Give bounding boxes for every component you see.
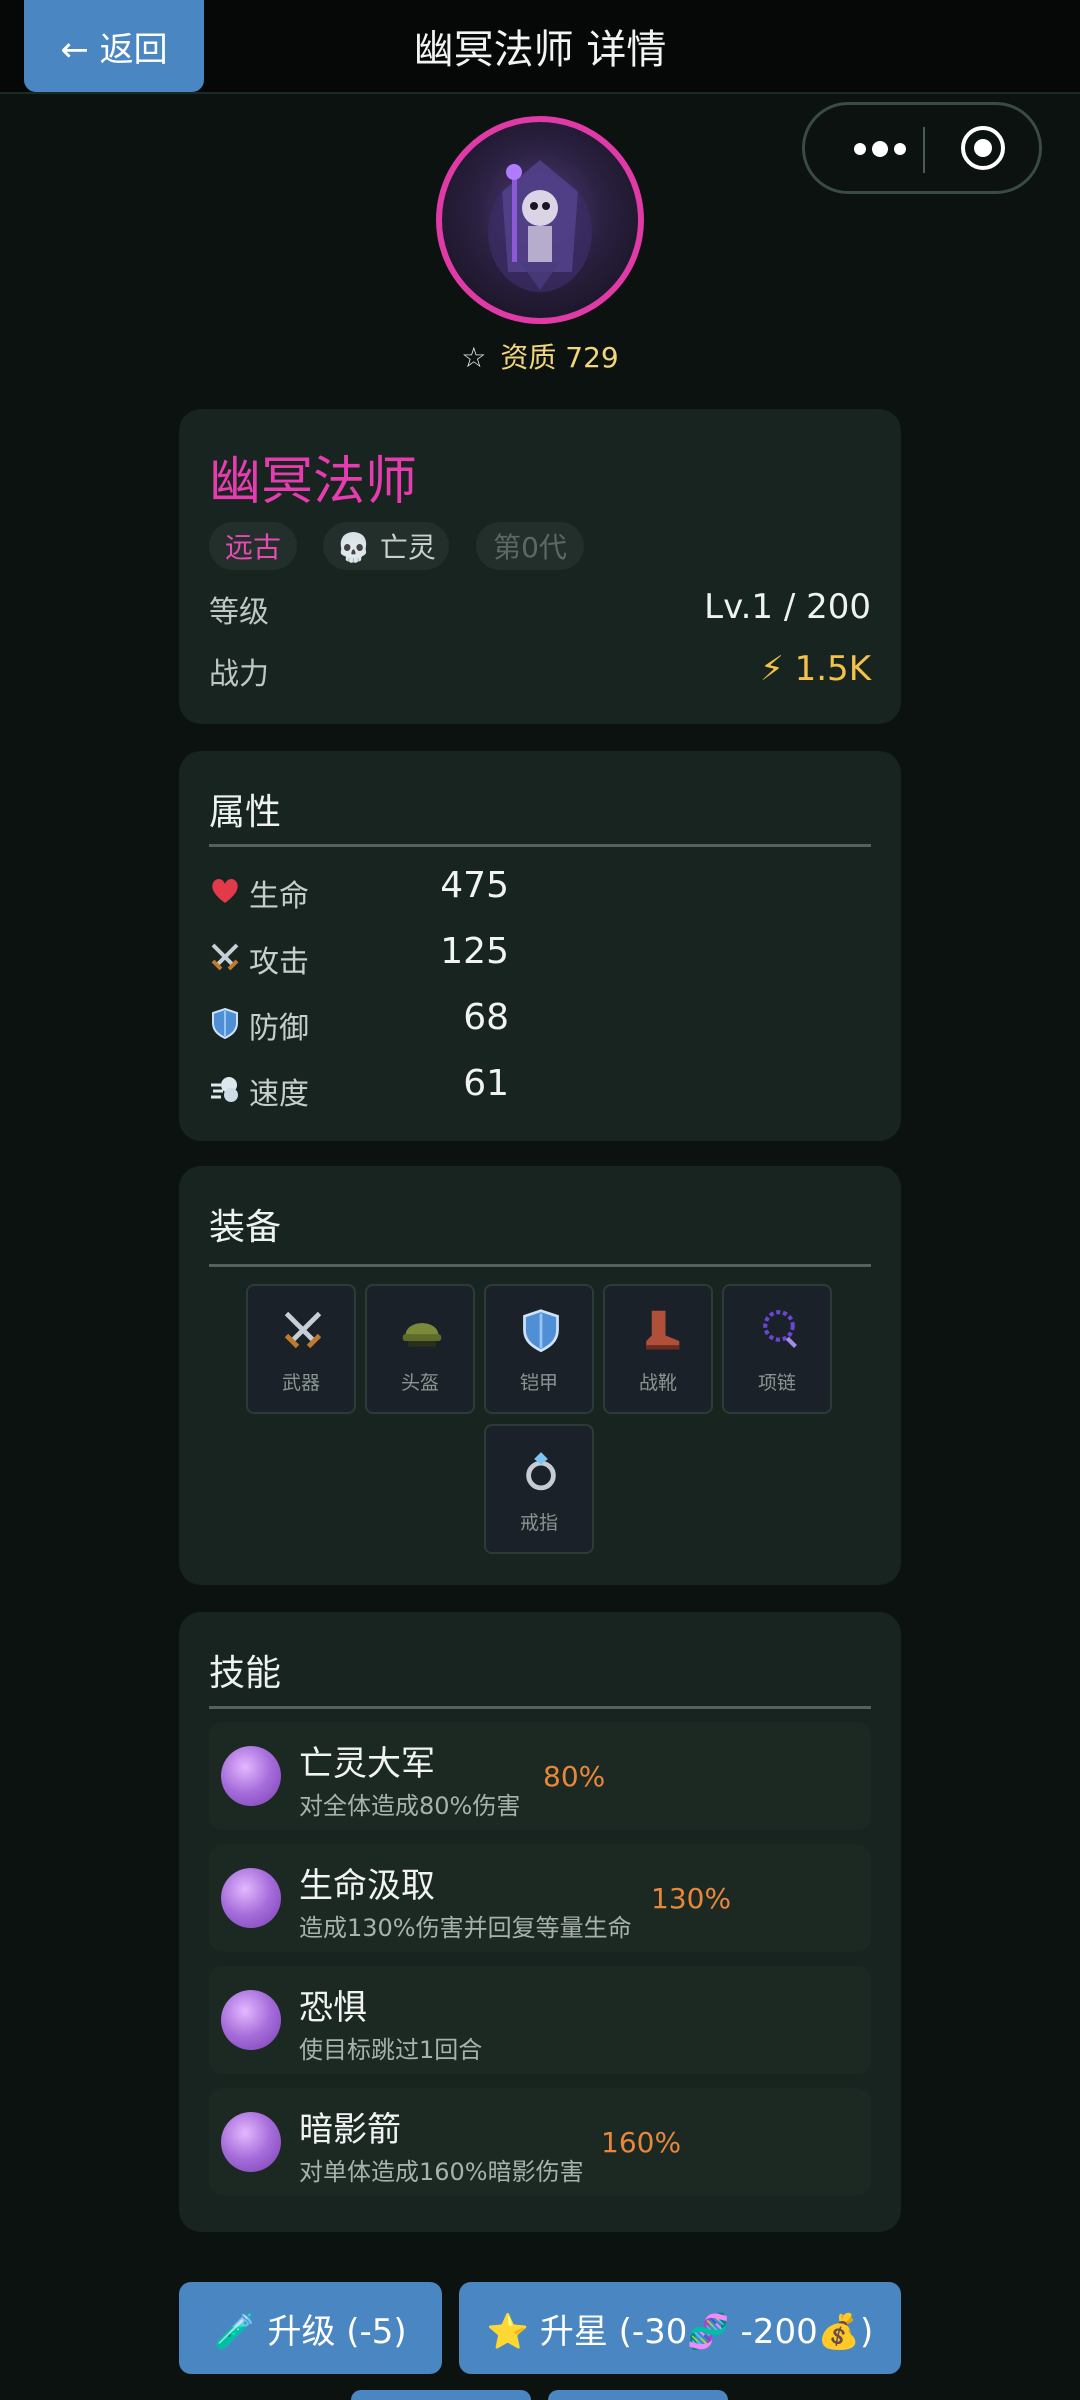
skills-title: 技能 — [209, 1653, 282, 1694]
helmet-icon — [402, 1323, 442, 1347]
boot-icon — [646, 1310, 680, 1350]
equip-slot-armor[interactable]: 铠甲 — [484, 1284, 594, 1414]
attr-label: 防御 — [249, 1011, 309, 1046]
skill-item[interactable]: 生命汲取 造成130%伤害并回复等量生命 130% — [209, 1844, 871, 1952]
rarity-tag: 远古 — [209, 522, 297, 570]
equip-slot-helmet[interactable]: 头盔 — [365, 1284, 475, 1414]
equip-slot-weapon[interactable]: 武器 — [246, 1284, 356, 1414]
more-action-button[interactable] — [548, 2390, 728, 2400]
star-up-button[interactable]: ⭐ 升星 (-30🧬 -200💰) — [459, 2282, 901, 2374]
equip-slot-label: 头盔 — [400, 1372, 439, 1394]
skill-name: 生命汲取 — [299, 1866, 435, 1906]
top-bar: 幽冥法师 详情 ← 返回 — [0, 0, 1080, 94]
equipment-divider — [209, 1264, 871, 1267]
skill-percent: 160% — [601, 2126, 682, 2159]
equip-slot-label: 项链 — [757, 1372, 796, 1394]
equipment-card: 装备 武器 头盔 铠甲 战靴 项链 戒指 — [179, 1166, 901, 1585]
necklace-icon — [763, 1310, 797, 1348]
hero-avatar — [436, 116, 644, 324]
quality-row: ☆ 资质 729 — [0, 336, 1080, 376]
crossed-swords-icon — [284, 1311, 322, 1349]
skill-name: 恐惧 — [299, 1988, 367, 2028]
more-action-button[interactable] — [351, 2390, 531, 2400]
skill-desc: 造成130%伤害并回复等量生命 — [299, 1914, 632, 1942]
attr-value: 125 — [440, 931, 509, 972]
hero-info-card: 幽冥法师 远古 💀 亡灵 第0代 等级 Lv.1 / 200 战力 ⚡ 1.5K — [179, 409, 901, 724]
crystal-ball-icon — [221, 1746, 281, 1806]
crystal-ball-icon — [221, 1990, 281, 2050]
crossed-swords-icon — [211, 943, 239, 971]
back-button[interactable]: ← 返回 — [24, 0, 204, 92]
hero-name: 幽冥法师 — [209, 452, 418, 512]
level-label: 等级 — [209, 595, 269, 630]
skills-card: 技能 亡灵大军 对全体造成80%伤害 80% 生命汲取 造成130%伤害并回复等… — [179, 1612, 901, 2232]
skill-percent: 80% — [543, 1760, 606, 1793]
skills-divider — [209, 1706, 871, 1709]
equip-slot-necklace[interactable]: 项链 — [722, 1284, 832, 1414]
heart-icon — [212, 878, 238, 903]
equip-slot-label: 戒指 — [519, 1512, 558, 1534]
skill-desc: 对全体造成80%伤害 — [299, 1792, 521, 1820]
attr-label: 生命 — [249, 879, 309, 914]
level-value: Lv.1 / 200 — [704, 587, 871, 627]
quality-value: 资质 729 — [500, 341, 619, 374]
capsule-divider — [923, 127, 925, 173]
equipment-title: 装备 — [209, 1207, 282, 1248]
upgrade-button[interactable]: 🧪 升级 (-5) — [179, 2282, 442, 2374]
capsule-menu — [802, 102, 1042, 194]
skill-item[interactable]: 暗影箭 对单体造成160%暗影伤害 160% — [209, 2088, 871, 2196]
skill-name: 暗影箭 — [299, 2110, 401, 2150]
ring-icon — [526, 1452, 556, 1491]
power-value: ⚡ 1.5K — [759, 649, 871, 689]
skill-item[interactable]: 恐惧 使目标跳过1回合 — [209, 1966, 871, 2074]
attr-label: 速度 — [249, 1077, 309, 1112]
attr-label: 攻击 — [249, 945, 309, 980]
skill-desc: 使目标跳过1回合 — [299, 2036, 483, 2064]
attr-defense: 防御 68 — [209, 993, 509, 1049]
attributes-divider — [209, 844, 871, 847]
equip-slot-label: 铠甲 — [519, 1372, 558, 1394]
equip-slot-label: 武器 — [281, 1372, 320, 1394]
generation-tag: 第0代 — [476, 522, 584, 570]
skill-item[interactable]: 亡灵大军 对全体造成80%伤害 80% — [209, 1722, 871, 1830]
shield-icon — [523, 1309, 559, 1352]
shield-icon — [212, 1007, 238, 1039]
skeleton-mage-portrait — [488, 160, 592, 292]
close-miniprogram-button[interactable] — [961, 126, 1005, 170]
attr-attack: 攻击 125 — [209, 927, 509, 983]
equip-slot-boots[interactable]: 战靴 — [603, 1284, 713, 1414]
wind-icon — [211, 1077, 238, 1102]
more-dot-icon — [854, 143, 866, 155]
crystal-ball-icon — [221, 1868, 281, 1928]
attr-value: 475 — [440, 865, 509, 906]
crystal-ball-icon — [221, 2112, 281, 2172]
power-label: 战力 — [209, 657, 269, 692]
attr-speed: 速度 61 — [209, 1059, 509, 1115]
skill-name: 亡灵大军 — [299, 1744, 435, 1784]
attr-value: 68 — [463, 997, 509, 1038]
skill-desc: 对单体造成160%暗影伤害 — [299, 2158, 584, 2186]
more-dot-icon — [894, 143, 906, 155]
more-dot-icon — [872, 141, 888, 157]
equip-slot-label: 战靴 — [638, 1372, 677, 1394]
equip-slot-ring[interactable]: 戒指 — [484, 1424, 594, 1554]
attr-value: 61 — [463, 1063, 509, 1104]
more-options-button[interactable] — [835, 127, 925, 171]
attr-hp: 生命 475 — [209, 861, 509, 917]
skill-percent: 130% — [651, 1882, 732, 1915]
race-tag: 💀 亡灵 — [323, 522, 449, 570]
attributes-title: 属性 — [209, 792, 282, 833]
attributes-card: 属性 生命 475 攻击 125 防御 68 速度 61 — [179, 751, 901, 1141]
star-outline-icon: ☆ — [461, 341, 487, 374]
